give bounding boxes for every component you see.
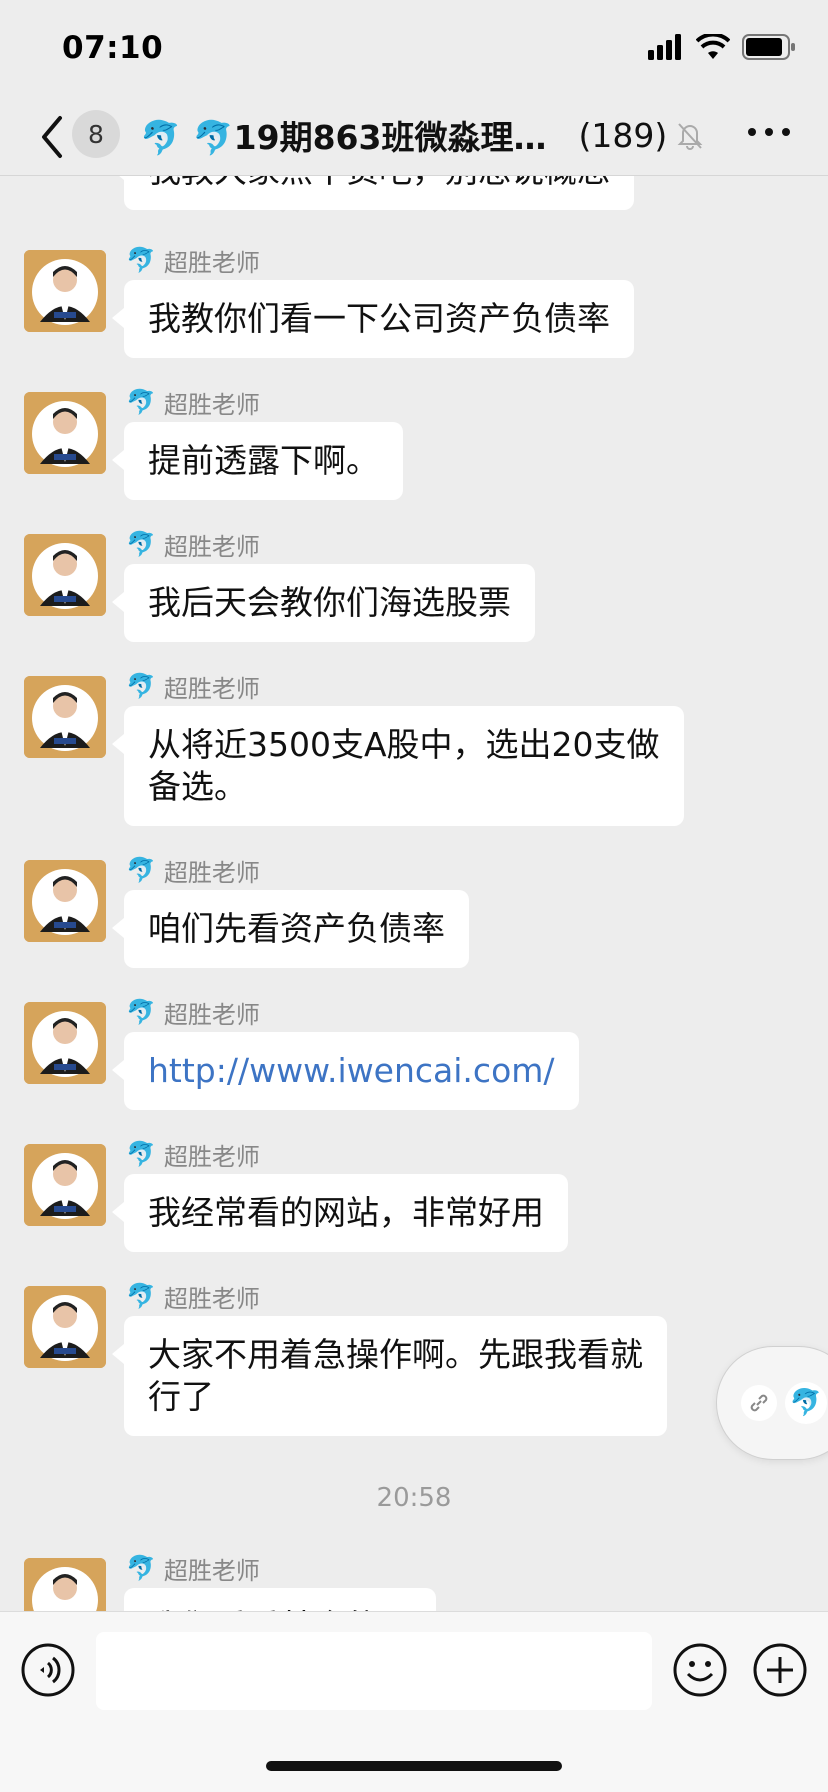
message-bubble[interactable]: 我教大家点干货吧，别总说概念 [112,176,634,210]
chat-header: 8 🐬 🐬19期863班微淼理… (189) [0,98,828,176]
teacher-avatar-image [24,1002,106,1084]
dolphin-icon: 🐬 [126,1554,156,1582]
avatar[interactable] [24,1144,106,1226]
sender-name: 🐬 超胜老师 [126,856,260,887]
message-line: 从将近3500支A股中，选出20支做 [148,725,660,764]
teacher-avatar-image [24,860,106,942]
voice-icon[interactable] [20,1642,76,1698]
sender-name: 🐬 超胜老师 [126,1554,260,1585]
link-bubble[interactable]: http://www.iwencai.com/ [112,1032,579,1110]
avatar[interactable] [24,1002,106,1084]
teacher-avatar-image [24,392,106,474]
message-input[interactable] [96,1632,652,1710]
message-bubble[interactable]: 我经常看的网站，非常好用 [112,1174,568,1252]
emoji-icon[interactable] [672,1642,728,1698]
bell-slash-icon [677,123,703,150]
sender-name: 🐬 超胜老师 [126,388,260,419]
avatar[interactable] [24,860,106,942]
status-bar: 07:10 [0,0,828,98]
dolphin-icon: 🐬 [126,998,156,1026]
sender-name: 🐬 超胜老师 [126,998,260,1029]
message-bubble[interactable]: 提前透露下啊。 [112,422,403,500]
group-title: 🐬 🐬19期863班微淼理… [140,118,547,157]
floating-share-widget[interactable]: 🐬 [716,1346,828,1460]
teacher-avatar-image [24,1144,106,1226]
message-bubble[interactable]: 咱们先看资产负债率 [112,890,469,968]
sender-name: 🐬 超胜老师 [126,672,260,703]
message-line: 大家不用着急操作啊。先跟我看就 [148,1335,643,1374]
signal-icon [648,34,681,60]
avatar[interactable] [24,534,106,616]
status-icons [648,34,796,60]
message-line: 行了 [148,1377,214,1416]
dolphin-icon: 🐬 [126,856,156,884]
message-bubble[interactable]: 我们看看其余的吧 [124,1588,436,1611]
teacher-avatar-image [24,1558,106,1611]
sender-name: 🐬 超胜老师 [126,530,260,561]
dolphin-icon: 🐬 [126,388,156,416]
teacher-avatar-image [24,250,106,332]
chat-messages[interactable]: 我教大家点干货吧，别总说概念 🐬 超胜老师 我教你们看一下公司资产负债率 [0,176,828,1611]
chat-title[interactable]: 🐬 🐬19期863班微淼理… (189) [140,110,705,160]
teacher-avatar-image [24,1286,106,1368]
dolphin-icon: 🐬 [126,672,156,700]
teacher-avatar-image [24,676,106,758]
sender-name: 🐬 超胜老师 [126,1282,260,1313]
message-bubble[interactable]: 我后天会教你们海选股票 [112,564,535,642]
more-dots-icon[interactable] [748,128,790,136]
time-separator: 20:58 [376,1483,452,1513]
dolphin-icon: 🐬 [126,530,156,558]
avatar[interactable] [24,676,106,758]
wifi-icon [696,34,730,59]
plus-icon[interactable] [752,1642,808,1698]
dolphin-icon: 🐬 [126,1282,156,1310]
avatar[interactable] [24,1558,106,1611]
chevron-left-icon[interactable] [36,112,66,162]
message-line: 备选。 [148,767,247,806]
sender-name: 🐬 超胜老师 [126,1140,260,1171]
avatar[interactable] [24,250,106,332]
link-icon[interactable] [741,1385,777,1421]
member-count: (189) [578,115,668,155]
dolphin-icon: 🐬 [126,246,156,274]
sender-name: 🐬 超胜老师 [126,246,260,277]
teacher-avatar-image [24,534,106,616]
message-bubble[interactable]: 从将近3500支A股中，选出20支做 备选。 [112,706,684,826]
avatar[interactable] [24,392,106,474]
home-indicator[interactable] [266,1761,562,1771]
dolphin-icon[interactable]: 🐬 [785,1382,827,1424]
unread-badge[interactable]: 8 [72,110,120,158]
battery-icon [742,34,795,60]
status-time: 07:10 [62,30,164,66]
avatar[interactable] [24,1286,106,1368]
message-bubble[interactable]: 我教你们看一下公司资产负债率 [112,280,634,358]
dolphin-icon: 🐬 [126,1140,156,1168]
message-bubble[interactable]: 大家不用着急操作啊。先跟我看就 行了 [112,1316,667,1436]
